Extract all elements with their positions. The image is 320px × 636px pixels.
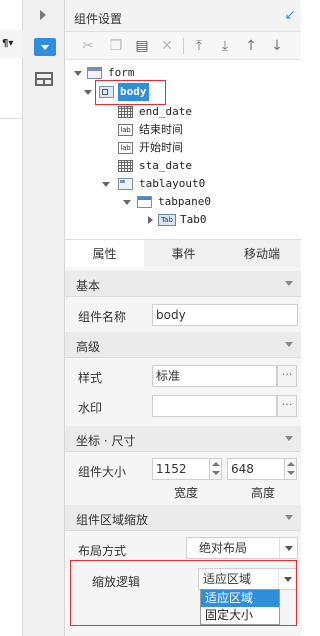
section-caret-icon[interactable] xyxy=(285,436,293,441)
tree-node-label: 开始时间 xyxy=(139,141,183,154)
section-basic[interactable]: 基本 xyxy=(65,271,301,297)
row-style: 样式 标准 ··· xyxy=(65,359,301,393)
tab-icon: Tab xyxy=(158,214,176,226)
move-down-icon[interactable]: ↓ xyxy=(268,37,286,55)
section-coord-size[interactable]: 坐标 · 尺寸 xyxy=(65,426,301,452)
field-label: 布局方式 xyxy=(78,544,127,558)
field-label: 组件名称 xyxy=(78,310,127,324)
tree-node-label: tablayout0 xyxy=(139,177,206,190)
cut-icon[interactable]: ✂ xyxy=(79,37,97,55)
style-input[interactable]: 标准 xyxy=(152,365,277,387)
chevron-down-icon[interactable] xyxy=(278,569,296,589)
form-icon xyxy=(87,67,102,79)
date-widget-icon xyxy=(118,106,133,118)
collapse-caret-icon[interactable] xyxy=(84,88,92,96)
component-settings-icon[interactable] xyxy=(34,38,56,56)
tab-layout-icon xyxy=(118,178,133,190)
tab-properties[interactable]: 属性 xyxy=(65,240,144,268)
property-tabs: 属性 事件 移动端 xyxy=(65,239,301,268)
row-component-size: 组件大小 1152 648 宽度 高度 xyxy=(65,453,301,503)
app-window: ¶▾ 组件设置 ↙ ✂ ❐ ▤ ✕ ⤒ ⤓ ↑ ↓ form body end_… xyxy=(0,0,301,636)
row-layout-mode: 布局方式 绝对布局 xyxy=(65,532,301,566)
section-title: 高级 xyxy=(76,340,101,354)
field-label: 组件大小 xyxy=(78,465,127,479)
expand-arrow-icon[interactable] xyxy=(40,10,46,20)
collapse-caret-icon[interactable] xyxy=(102,180,110,188)
side-icon-bar xyxy=(23,0,65,636)
collapse-caret-icon[interactable] xyxy=(74,69,82,77)
tree-node-label: body xyxy=(118,83,149,101)
section-advanced[interactable]: 高级 xyxy=(65,332,301,358)
field-label: 样式 xyxy=(78,371,103,385)
watermark-input[interactable] xyxy=(152,395,277,417)
height-spin-icon[interactable] xyxy=(284,459,296,479)
tree-node-label: end_date xyxy=(139,105,192,118)
date-widget-icon xyxy=(118,160,133,172)
paste-icon[interactable]: ▤ xyxy=(133,37,151,55)
scale-logic-select[interactable]: 适应区域 xyxy=(198,568,297,590)
option-fixed-size[interactable]: 固定大小 xyxy=(201,607,279,624)
copy-icon[interactable]: ❐ xyxy=(107,37,125,55)
layout-mode-select[interactable]: 绝对布局 xyxy=(186,537,298,559)
watermark-more-button[interactable]: ··· xyxy=(277,395,297,417)
component-tree: form body end_date lab 结束时间 lab 开始时间 sta… xyxy=(65,60,301,238)
label-widget-icon: lab xyxy=(118,124,133,136)
tree-node-label: Tab0 xyxy=(180,213,207,226)
row-watermark: 水印 ··· xyxy=(65,389,301,423)
height-label: 高度 xyxy=(251,486,276,500)
editor-area-edge: ¶▾ xyxy=(0,0,23,636)
expand-caret-icon[interactable] xyxy=(146,216,154,224)
section-title: 组件区域缩放 xyxy=(76,513,149,527)
width-label: 宽度 xyxy=(174,486,199,500)
format-brush-icon[interactable]: ¶▾ xyxy=(2,38,13,49)
section-area-scale[interactable]: 组件区域缩放 xyxy=(65,505,301,531)
field-label: 缩放逻辑 xyxy=(92,575,141,589)
collapse-panel-icon[interactable]: ↙ xyxy=(283,9,297,23)
field-label: 水印 xyxy=(78,401,103,415)
width-value: 1152 xyxy=(156,462,187,476)
option-fit-area[interactable]: 适应区域 xyxy=(201,590,279,607)
move-up-icon[interactable]: ↑ xyxy=(242,37,260,55)
tree-toolbar: ✂ ❐ ▤ ✕ ⤒ ⤓ ↑ ↓ xyxy=(65,32,301,60)
tree-node-label: sta_date xyxy=(139,159,192,172)
height-stepper[interactable]: 648 xyxy=(227,458,297,480)
panel-title: 组件设置 xyxy=(74,12,123,26)
width-spin-icon[interactable] xyxy=(209,459,221,479)
width-stepper[interactable]: 1152 xyxy=(152,458,222,480)
component-name-input[interactable]: body xyxy=(152,304,298,326)
panel-header: 组件设置 ↙ xyxy=(65,0,301,32)
section-caret-icon[interactable] xyxy=(285,281,293,286)
style-more-button[interactable]: ··· xyxy=(277,365,297,387)
section-caret-icon[interactable] xyxy=(285,342,293,347)
tree-node-label: tabpane0 xyxy=(158,195,211,208)
body-icon xyxy=(99,86,114,98)
section-title: 基本 xyxy=(76,279,101,293)
tab-pane-icon xyxy=(137,196,152,208)
section-caret-icon[interactable] xyxy=(285,515,293,520)
height-value: 648 xyxy=(231,462,254,476)
collapse-caret-icon[interactable] xyxy=(123,198,131,206)
editor-divider xyxy=(0,118,23,119)
delete-icon[interactable]: ✕ xyxy=(158,37,176,55)
property-body: 基本 组件名称 body 高级 样式 标准 ··· 水印 ··· 坐标 · 尺寸… xyxy=(65,267,301,636)
label-widget-icon: lab xyxy=(118,142,133,154)
row-component-name: 组件名称 body xyxy=(65,298,301,332)
scale-logic-dropdown: 适应区域 固定大小 xyxy=(200,589,280,625)
section-title: 坐标 · 尺寸 xyxy=(76,434,136,448)
tab-events[interactable]: 事件 xyxy=(144,240,223,268)
component-settings-panel: 组件设置 ↙ ✂ ❐ ▤ ✕ ⤒ ⤓ ↑ ↓ form body end_dat… xyxy=(65,0,301,636)
tree-node-label: form xyxy=(108,66,135,79)
layout-mode-value: 绝对布局 xyxy=(199,541,248,555)
layout-icon[interactable] xyxy=(35,72,53,86)
move-bottom-icon[interactable]: ⤓ xyxy=(216,37,234,55)
scale-logic-value: 适应区域 xyxy=(203,572,252,586)
chevron-down-icon[interactable] xyxy=(279,538,297,558)
move-top-icon[interactable]: ⤒ xyxy=(190,37,208,55)
tree-node-label: 结束时间 xyxy=(139,123,183,136)
toolbar-separator xyxy=(183,38,184,54)
tab-mobile[interactable]: 移动端 xyxy=(223,240,301,268)
